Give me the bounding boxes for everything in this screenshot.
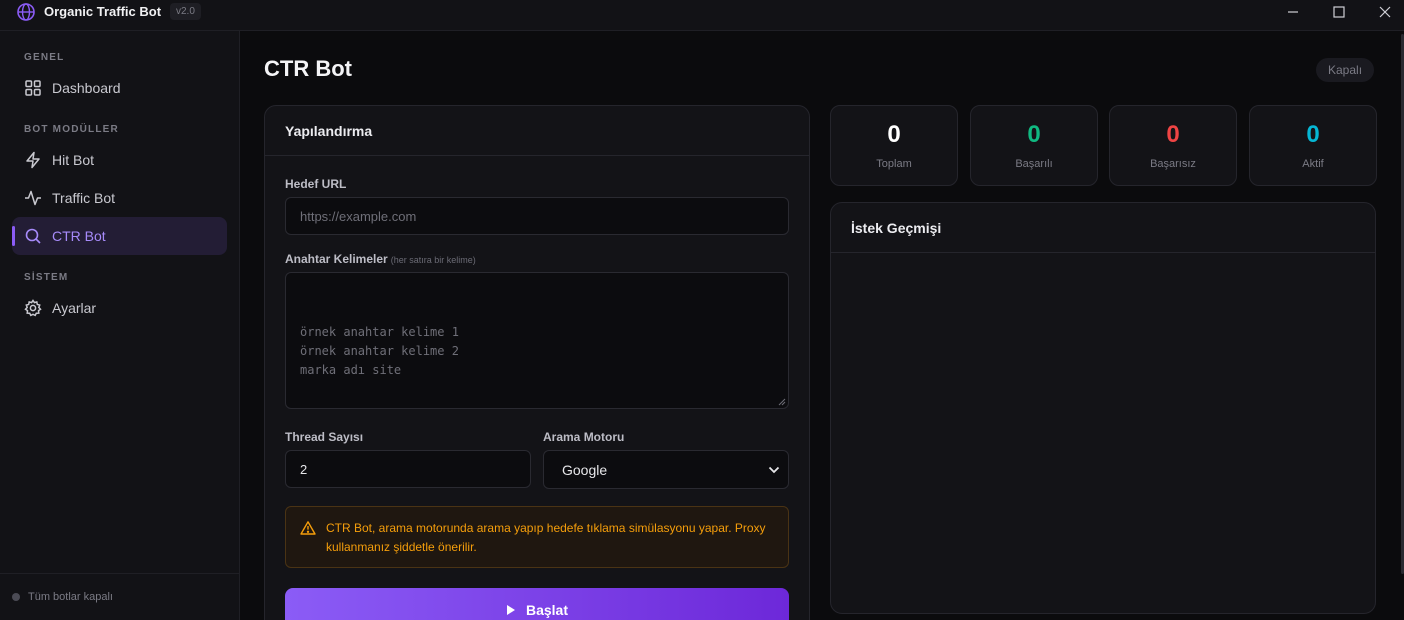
- title-bar: Organic Traffic Bot v2.0: [0, 0, 1404, 31]
- sidebar-item-label: Dashboard: [52, 80, 121, 96]
- target-url-input[interactable]: https://example.com: [285, 197, 789, 235]
- stat-value: 0: [1027, 121, 1041, 148]
- keywords-label: Anahtar Kelimeler (her satıra bir kelime): [285, 252, 476, 266]
- lightning-icon: [26, 151, 40, 169]
- warning-icon: [300, 521, 316, 535]
- keywords-textarea[interactable]: örnek anahtar kelime 1 örnek anahtar kel…: [285, 272, 789, 409]
- search-engine-value: Google: [562, 461, 608, 478]
- warning-alert: CTR Bot, arama motorunda arama yapıp hed…: [285, 506, 789, 568]
- start-button[interactable]: Başlat: [285, 588, 789, 620]
- config-card: Yapılandırma Hedef URL https://example.c…: [264, 105, 810, 620]
- stat-label: Başarısız: [1150, 158, 1196, 170]
- stat-value: 0: [1166, 121, 1180, 148]
- search-icon: [25, 228, 41, 244]
- close-button[interactable]: [1362, 0, 1404, 24]
- resize-grip-icon[interactable]: [778, 398, 786, 406]
- start-button-label: Başlat: [525, 602, 569, 618]
- config-header: Yapılandırma: [265, 106, 809, 156]
- keywords-label-text: Anahtar Kelimeler: [285, 252, 388, 266]
- stat-value: 0: [1306, 121, 1320, 148]
- minimize-button[interactable]: [1270, 0, 1316, 24]
- sidebar-item-ayarlar[interactable]: Ayarlar: [12, 289, 227, 327]
- thread-count-label: Thread Sayısı: [285, 430, 364, 444]
- activity-icon: [25, 190, 41, 206]
- close-icon: [1379, 6, 1391, 18]
- sidebar: GENEL Dashboard BOT MODÜLLER Hit Bot Tra…: [0, 31, 240, 620]
- page-title: CTR Bot: [264, 56, 352, 81]
- stat-label: Başarılı: [1015, 158, 1053, 170]
- stat-card-total: 0 Toplam: [830, 105, 958, 186]
- minimize-icon: [1288, 11, 1298, 13]
- section-label-sistem: SİSTEM: [24, 272, 69, 283]
- target-url-label: Hedef URL: [285, 177, 347, 191]
- keywords-hint: (her satıra bir kelime): [390, 255, 476, 265]
- sidebar-item-traffic-bot[interactable]: Traffic Bot: [12, 179, 227, 217]
- stat-card-active: 0 Aktif: [1249, 105, 1377, 186]
- stat-value: 0: [887, 121, 901, 148]
- section-label-bot-moduller: BOT MODÜLLER: [24, 124, 119, 135]
- gear-icon: [24, 299, 42, 317]
- section-label-genel: GENEL: [24, 52, 65, 63]
- stat-card-success: 0 Başarılı: [970, 105, 1098, 186]
- stat-label: Aktif: [1302, 158, 1324, 170]
- sidebar-item-label: Traffic Bot: [52, 190, 116, 206]
- maximize-button[interactable]: [1316, 0, 1362, 24]
- app-title: Organic Traffic Bot: [44, 4, 162, 19]
- version-badge: v2.0: [170, 3, 201, 20]
- play-icon: [506, 605, 515, 615]
- search-engine-select[interactable]: Google: [543, 450, 789, 489]
- sidebar-item-label: Ayarlar: [52, 300, 97, 316]
- status-dot: [12, 593, 20, 601]
- thread-count-input[interactable]: 2: [285, 450, 531, 488]
- grid-icon: [25, 80, 41, 96]
- history-card: İstek Geçmişi: [830, 202, 1376, 614]
- sidebar-footer: Tüm botlar kapalı: [0, 573, 239, 620]
- sidebar-item-label: CTR Bot: [52, 228, 106, 244]
- sidebar-item-dashboard[interactable]: Dashboard: [12, 69, 227, 107]
- stat-card-failed: 0 Başarısız: [1109, 105, 1237, 186]
- history-header: İstek Geçmişi: [831, 203, 1375, 253]
- sidebar-item-label: Hit Bot: [52, 152, 95, 168]
- sidebar-item-hit-bot[interactable]: Hit Bot: [12, 141, 227, 179]
- search-engine-label: Arama Motoru: [543, 430, 625, 444]
- bots-status-text: Tüm botlar kapalı: [28, 591, 113, 603]
- warning-text: CTR Bot, arama motorunda arama yapıp hed…: [326, 521, 766, 554]
- globe-icon: [17, 3, 35, 21]
- chevron-down-icon: [768, 466, 780, 474]
- stat-label: Toplam: [876, 158, 912, 170]
- status-badge: Kapalı: [1316, 58, 1375, 82]
- maximize-icon: [1333, 6, 1345, 18]
- sidebar-item-ctr-bot[interactable]: CTR Bot: [12, 217, 227, 255]
- keywords-placeholder: örnek anahtar kelime 1 örnek anahtar kel…: [300, 325, 459, 377]
